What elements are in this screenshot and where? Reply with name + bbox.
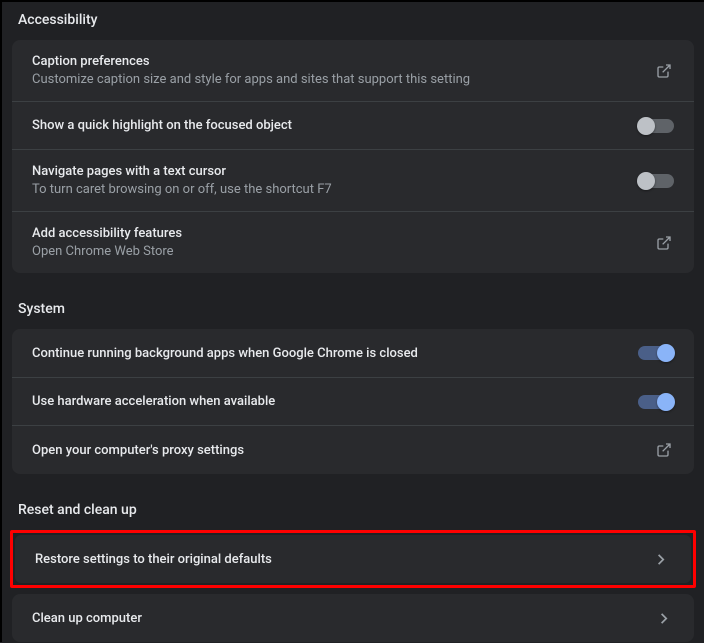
section-heading-system: System: [8, 293, 698, 329]
external-link-icon: [654, 440, 674, 460]
external-link-icon: [654, 61, 674, 81]
section-heading-accessibility: Accessibility: [8, 4, 698, 40]
row-caption-preferences[interactable]: Caption preferences Customize caption si…: [12, 40, 694, 101]
row-title: Continue running background apps when Go…: [32, 346, 418, 361]
section-heading-reset: Reset and clean up: [8, 494, 698, 530]
chevron-right-icon: [651, 549, 671, 569]
row-subtitle: To turn caret browsing on or off, use th…: [32, 182, 332, 197]
chevron-right-icon: [654, 608, 674, 628]
row-text-cursor: Navigate pages with a text cursor To tur…: [12, 149, 694, 211]
row-title: Open your computer's proxy settings: [32, 443, 244, 458]
toggle-background-apps[interactable]: [638, 346, 674, 360]
row-background-apps: Continue running background apps when Go…: [12, 329, 694, 377]
external-link-icon: [654, 233, 674, 253]
row-title: Use hardware acceleration when available: [32, 394, 275, 409]
row-restore-defaults[interactable]: Restore settings to their original defau…: [15, 535, 691, 583]
toggle-hardware-acceleration[interactable]: [638, 395, 674, 409]
row-subtitle: Open Chrome Web Store: [32, 244, 182, 259]
row-title: Clean up computer: [32, 611, 142, 626]
row-hardware-acceleration: Use hardware acceleration when available: [12, 377, 694, 425]
highlight-box: Restore settings to their original defau…: [10, 530, 696, 588]
row-clean-up-computer[interactable]: Clean up computer: [12, 594, 694, 642]
row-subtitle: Customize caption size and style for app…: [32, 72, 470, 87]
row-quick-highlight: Show a quick highlight on the focused ob…: [12, 101, 694, 149]
row-proxy-settings[interactable]: Open your computer's proxy settings: [12, 425, 694, 474]
row-title: Caption preferences: [32, 54, 470, 69]
row-title: Add accessibility features: [32, 226, 182, 241]
row-title: Navigate pages with a text cursor: [32, 164, 332, 179]
toggle-text-cursor[interactable]: [638, 174, 674, 188]
row-add-accessibility-features[interactable]: Add accessibility features Open Chrome W…: [12, 211, 694, 273]
toggle-quick-highlight[interactable]: [638, 119, 674, 133]
row-title: Restore settings to their original defau…: [35, 552, 272, 567]
row-title: Show a quick highlight on the focused ob…: [32, 118, 292, 133]
